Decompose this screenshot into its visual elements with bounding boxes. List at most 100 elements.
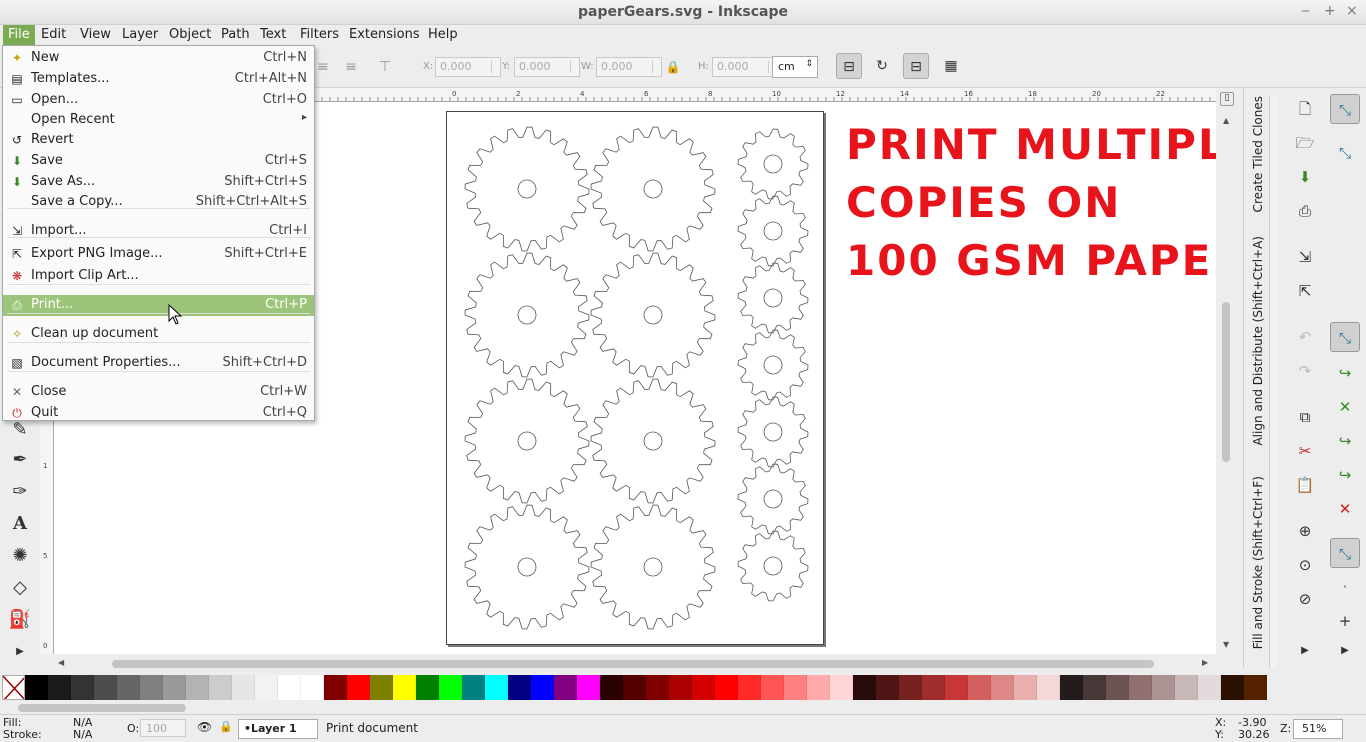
color-swatch[interactable] xyxy=(508,675,531,700)
undo-icon[interactable]: ↶ xyxy=(1290,322,1320,352)
color-swatch[interactable] xyxy=(140,675,163,700)
file-menu-item-close[interactable]: ✕ Close Ctrl+W xyxy=(3,382,314,403)
color-swatch[interactable] xyxy=(1244,675,1267,700)
large-gear[interactable] xyxy=(464,126,590,252)
zoom-field[interactable]: 51% xyxy=(1293,719,1343,739)
color-swatch[interactable] xyxy=(968,675,991,700)
snap-bbox-icon[interactable]: ⤡ xyxy=(1330,138,1360,168)
move-patterns-icon[interactable]: ▦ xyxy=(938,53,964,79)
vertical-scroll-thumb[interactable] xyxy=(1222,302,1230,462)
color-swatch[interactable] xyxy=(186,675,209,700)
zoom-page-icon[interactable]: ⊘ xyxy=(1290,584,1320,614)
color-swatch[interactable] xyxy=(1152,675,1175,700)
no-paint-swatch[interactable] xyxy=(2,675,25,700)
scale-corners-icon[interactable]: ↻ xyxy=(869,53,895,79)
color-swatch[interactable] xyxy=(623,675,646,700)
snap-others-icon[interactable]: ⤡ xyxy=(1330,538,1360,568)
color-swatch[interactable] xyxy=(600,675,623,700)
h-field[interactable]: 0.000 xyxy=(712,57,778,77)
scroll-left-icon[interactable]: ◀ xyxy=(58,658,64,667)
small-gear[interactable] xyxy=(737,530,809,602)
color-swatch[interactable] xyxy=(1221,675,1244,700)
file-menu-item-templates[interactable]: ▤ Templates... Ctrl+Alt+N xyxy=(3,69,314,90)
color-swatch[interactable] xyxy=(1083,675,1106,700)
menu-filters[interactable]: Filters xyxy=(295,25,344,46)
color-swatch[interactable] xyxy=(577,675,600,700)
color-swatch[interactable] xyxy=(255,675,278,700)
color-swatch[interactable] xyxy=(1106,675,1129,700)
color-swatch[interactable] xyxy=(324,675,347,700)
color-swatch[interactable] xyxy=(347,675,370,700)
small-gear[interactable] xyxy=(737,329,809,401)
color-swatch[interactable] xyxy=(416,675,439,700)
large-gear[interactable] xyxy=(590,126,716,252)
color-swatch[interactable] xyxy=(531,675,554,700)
dock-tab-align-distribute[interactable]: Align and Distribute (Shift+Ctrl+A) xyxy=(1251,236,1265,446)
menu-edit[interactable]: Edit xyxy=(36,25,71,46)
layer-select[interactable]: •Layer 1 xyxy=(238,719,318,739)
close-window-button[interactable]: × xyxy=(1346,3,1358,19)
paste-icon[interactable]: 📋 xyxy=(1290,470,1320,500)
small-gear[interactable] xyxy=(737,128,809,200)
align-center-icon[interactable]: ≡ xyxy=(338,54,364,80)
file-menu-item-export-png-image[interactable]: ⇱ Export PNG Image... Shift+Ctrl+E xyxy=(3,244,314,265)
color-swatch[interactable] xyxy=(669,675,692,700)
snap-enable-icon[interactable]: ⤡ xyxy=(1330,94,1360,124)
vertical-scrollbar[interactable]: ▯ ▲ ▼ xyxy=(1216,88,1236,654)
palette-scrollbar[interactable] xyxy=(0,702,1366,714)
import-icon[interactable]: ⇲ xyxy=(1290,242,1320,272)
move-gradients-icon[interactable]: ⊟ xyxy=(903,53,929,79)
color-swatch[interactable] xyxy=(71,675,94,700)
annotation-line-1[interactable]: PRINT MULTIPLE xyxy=(846,120,1216,169)
color-swatch[interactable] xyxy=(1175,675,1198,700)
more-commands-arrow-icon[interactable]: ▶ xyxy=(1290,636,1320,666)
zoom-drawing-icon[interactable]: ⊙ xyxy=(1290,550,1320,580)
spray-tool-icon[interactable]: ✺ xyxy=(8,544,32,568)
small-gear[interactable] xyxy=(737,463,809,535)
color-swatch[interactable] xyxy=(991,675,1014,700)
align-top-icon[interactable]: ⊤ xyxy=(372,54,398,80)
dock-scrollbar[interactable] xyxy=(1269,96,1277,668)
menu-layer[interactable]: Layer xyxy=(117,25,163,46)
file-menu-item-new[interactable]: ✦ New Ctrl+N xyxy=(3,48,314,69)
color-swatch[interactable] xyxy=(48,675,71,700)
color-swatch[interactable] xyxy=(715,675,738,700)
color-swatch[interactable] xyxy=(1037,675,1060,700)
color-swatch[interactable] xyxy=(1060,675,1083,700)
color-swatch[interactable] xyxy=(738,675,761,700)
color-swatch[interactable] xyxy=(945,675,968,700)
calligraphy-pen-icon[interactable]: ✑ xyxy=(8,480,32,504)
color-swatch[interactable] xyxy=(117,675,140,700)
save-icon[interactable]: ⬇ xyxy=(1290,162,1320,192)
small-gear[interactable] xyxy=(737,262,809,334)
cut-icon[interactable]: ✂ xyxy=(1290,436,1320,466)
small-gear[interactable] xyxy=(737,396,809,468)
color-swatch[interactable] xyxy=(485,675,508,700)
color-swatch[interactable] xyxy=(899,675,922,700)
color-swatch[interactable] xyxy=(439,675,462,700)
color-swatch[interactable] xyxy=(922,675,945,700)
text-tool-icon[interactable]: A xyxy=(8,512,32,536)
paint-bucket-icon[interactable]: ⛽ xyxy=(8,608,32,632)
color-swatch[interactable] xyxy=(761,675,784,700)
copy-icon[interactable]: ⧉ xyxy=(1290,402,1320,432)
lock-icon[interactable]: 🔒 xyxy=(660,54,686,80)
color-swatch[interactable] xyxy=(462,675,485,700)
menu-path[interactable]: Path xyxy=(216,25,255,46)
y-field[interactable]: 0.000 xyxy=(514,57,580,77)
color-swatch[interactable] xyxy=(393,675,416,700)
color-swatch[interactable] xyxy=(784,675,807,700)
visibility-eye-icon[interactable]: 👁 xyxy=(197,720,212,734)
large-gear[interactable] xyxy=(464,378,590,504)
file-menu-item-import[interactable]: ⇲ Import... Ctrl+I xyxy=(3,221,314,242)
snap-nodes-icon[interactable]: ⤡ xyxy=(1330,322,1360,352)
unit-select[interactable]: cm ⇕ xyxy=(772,56,818,78)
print-icon[interactable]: ⎙ xyxy=(1290,196,1320,226)
color-swatch[interactable] xyxy=(807,675,830,700)
color-swatch[interactable] xyxy=(94,675,117,700)
color-swatch[interactable] xyxy=(1198,675,1221,700)
color-swatch[interactable] xyxy=(1014,675,1037,700)
zoom-selection-icon[interactable]: ⊕ xyxy=(1290,516,1320,546)
snap-center-icon[interactable]: · xyxy=(1330,572,1360,602)
large-gear[interactable] xyxy=(464,252,590,378)
